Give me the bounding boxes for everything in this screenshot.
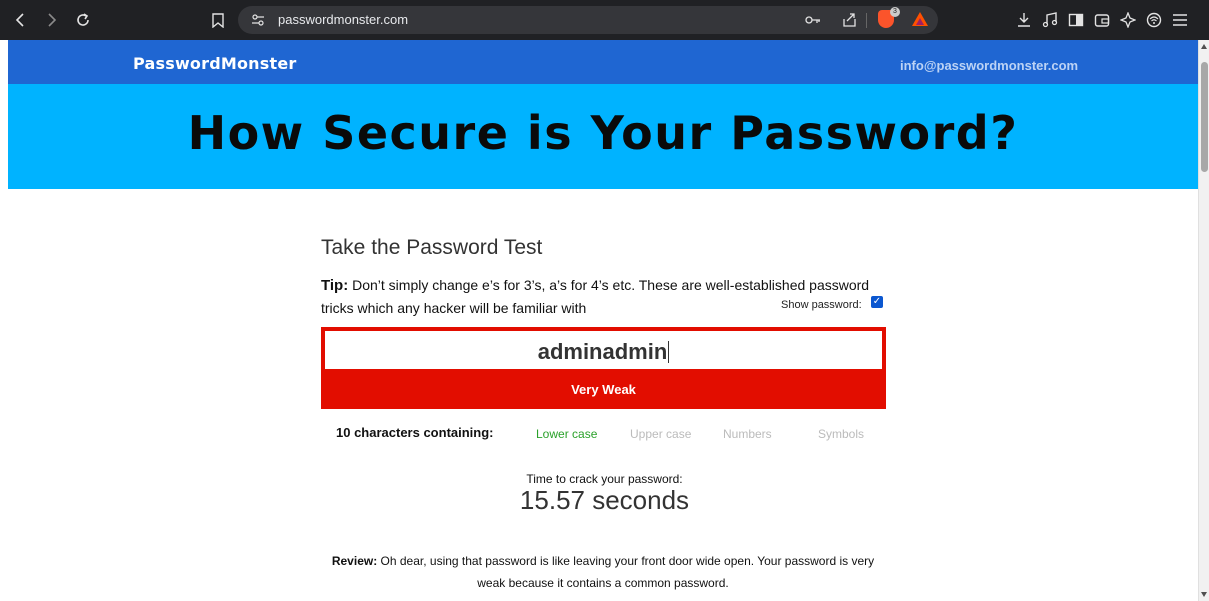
bookmark-icon[interactable] <box>208 10 228 30</box>
contact-email-link[interactable]: info@passwordmonster.com <box>900 58 1078 73</box>
vpn-icon[interactable] <box>1144 10 1164 30</box>
key-icon[interactable] <box>804 12 822 28</box>
site-logo[interactable]: PasswordMonster <box>133 54 296 73</box>
character-count: 10 characters containing: <box>336 425 494 440</box>
reload-icon[interactable] <box>72 9 94 31</box>
scroll-down-arrow-icon[interactable] <box>1201 592 1207 597</box>
wallet-icon[interactable] <box>1092 10 1112 30</box>
text-caret <box>668 341 670 363</box>
show-password-label: Show password: <box>781 299 862 311</box>
url-text: passwordmonster.com <box>278 12 409 27</box>
media-icon[interactable] <box>1040 10 1060 30</box>
shields-count-badge: 3 <box>890 7 900 17</box>
menu-icon[interactable] <box>1170 10 1190 30</box>
test-heading: Take the Password Test <box>321 236 543 259</box>
address-bar[interactable]: passwordmonster.com <box>238 6 938 34</box>
scroll-thumb[interactable] <box>1201 62 1208 172</box>
back-icon[interactable] <box>10 10 30 30</box>
brave-rewards-icon-inner <box>916 18 924 25</box>
page-scrollbar[interactable] <box>1198 40 1209 601</box>
toolbar-divider <box>866 13 867 28</box>
upper-case-indicator: Upper case <box>630 427 692 441</box>
symbols-indicator: Symbols <box>818 427 865 441</box>
crack-time-label: Time to crack your password: <box>526 472 683 486</box>
site-settings-icon[interactable] <box>250 12 266 28</box>
scroll-up-arrow-icon[interactable] <box>1201 44 1207 49</box>
forward-icon[interactable] <box>42 10 62 30</box>
download-icon[interactable] <box>1014 10 1034 30</box>
review-body: Oh dear, using that password is like lea… <box>377 554 875 590</box>
tip-text: Tip: Don’t simply change e’s for 3’s, a’… <box>321 274 881 319</box>
review-label: Review: <box>331 554 378 568</box>
review-text: Review: Oh dear, using that password is … <box>330 550 876 594</box>
site-header: PasswordMonster info@passwordmonster.com <box>8 40 1198 84</box>
sidebar-icon[interactable] <box>1066 10 1086 30</box>
leo-ai-icon[interactable] <box>1118 10 1138 30</box>
show-password-checkbox[interactable]: ✓ <box>871 296 883 308</box>
crack-time-value: 15.57 seconds <box>519 485 690 515</box>
password-value: adminadmin <box>537 339 670 364</box>
lower-case-indicator: Lower case <box>536 427 598 441</box>
browser-toolbar: passwordmonster.com 3 <box>0 0 1209 40</box>
password-input[interactable]: adminadmin <box>325 331 882 369</box>
hero-banner: How Secure is Your Password? <box>8 84 1198 189</box>
tip-label: Tip: <box>321 277 349 294</box>
numbers-indicator: Numbers <box>723 427 772 441</box>
page-title: How Secure is Your Password? <box>187 106 1019 160</box>
strength-label: Very Weak <box>571 382 636 397</box>
share-icon[interactable] <box>840 12 858 28</box>
password-strength-box: adminadmin Very Weak <box>321 327 886 409</box>
